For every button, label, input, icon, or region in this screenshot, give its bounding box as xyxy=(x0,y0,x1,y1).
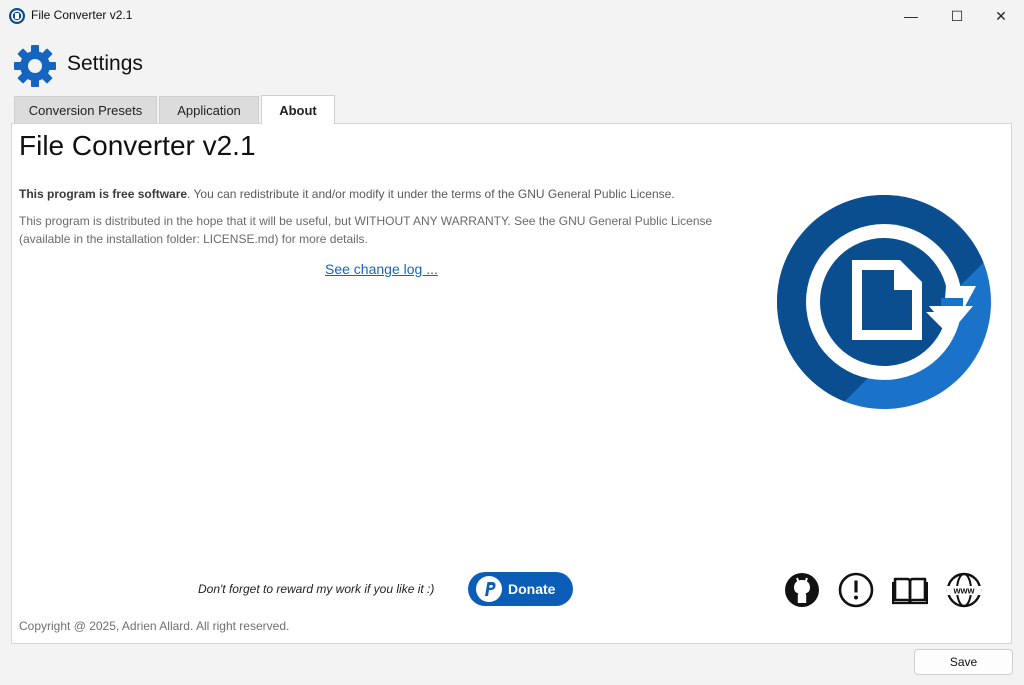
copyright-text: Copyright @ 2025, Adrien Allard. All rig… xyxy=(19,619,290,633)
save-button[interactable]: Save xyxy=(914,649,1013,675)
reward-text: Don't forget to reward my work if you li… xyxy=(198,582,435,596)
gear-icon xyxy=(14,45,56,87)
tab-conversion-presets[interactable]: Conversion Presets xyxy=(14,96,157,123)
page-title: Settings xyxy=(67,52,143,75)
donate-button[interactable]: Donate xyxy=(468,572,573,606)
donate-label: Donate xyxy=(508,581,556,597)
tab-application[interactable]: Application xyxy=(159,96,259,123)
license-text-rest: . You can redistribute it and/or modify … xyxy=(187,187,675,201)
warranty-text: This program is distributed in the hope … xyxy=(19,214,713,246)
issue-icon[interactable] xyxy=(838,572,874,608)
maximize-button[interactable]: ☐ xyxy=(934,0,980,32)
app-icon xyxy=(9,8,25,24)
minimize-button[interactable]: — xyxy=(888,0,934,32)
github-icon[interactable] xyxy=(784,572,820,608)
tab-about[interactable]: About xyxy=(261,95,335,124)
file-converter-logo xyxy=(777,195,991,409)
changelog-link[interactable]: See change log ... xyxy=(325,261,438,277)
paypal-icon xyxy=(476,576,502,602)
title-bar: File Converter v2.1 — ☐ ✕ xyxy=(0,0,1024,32)
license-text-bold: This program is free software xyxy=(19,187,188,201)
website-icon[interactable]: www xyxy=(946,572,982,608)
website-icon-text: www xyxy=(952,586,975,596)
license-text: This program is free software. You can r… xyxy=(19,187,739,201)
documentation-icon[interactable] xyxy=(892,572,928,608)
window-title: File Converter v2.1 xyxy=(31,8,133,22)
about-title: File Converter v2.1 xyxy=(19,130,256,161)
close-button[interactable]: ✕ xyxy=(978,0,1024,32)
